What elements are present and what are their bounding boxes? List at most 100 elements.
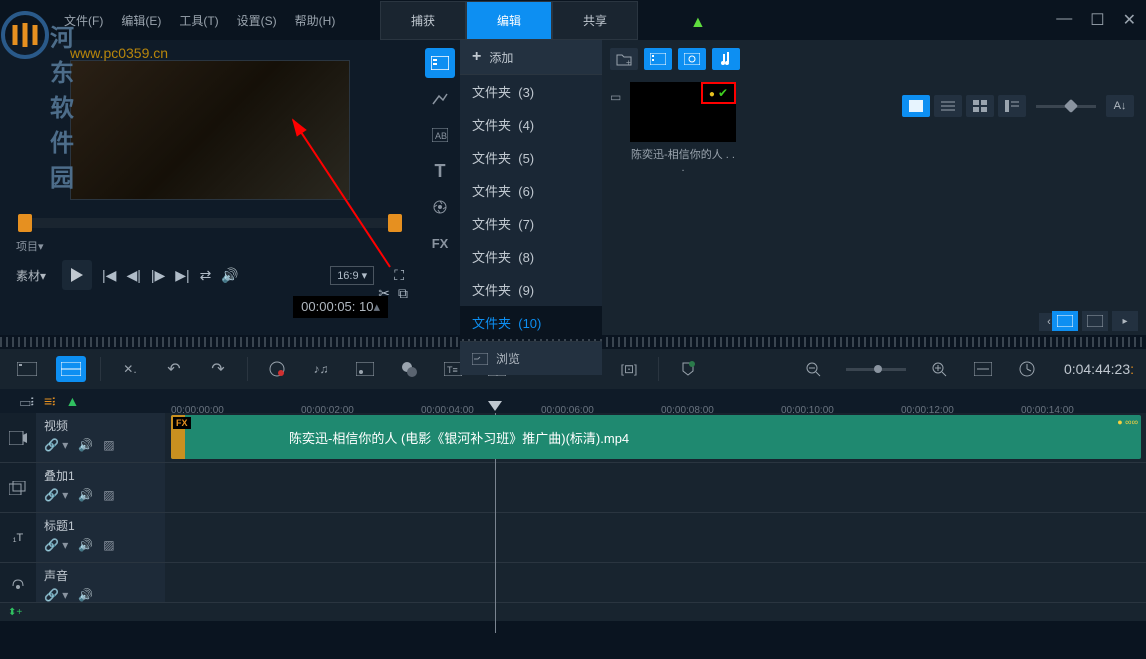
view-list-button[interactable]: [934, 95, 962, 117]
video-track-content[interactable]: FX ● ∞∞ 陈奕迅-相信你的人 (电影《银河补习班》推广曲)(标清).mp4: [165, 413, 1146, 462]
import-folder-button[interactable]: +: [610, 48, 638, 70]
view-thumbnails-button[interactable]: [902, 95, 930, 117]
link-icon[interactable]: 🔗 ▾: [44, 538, 68, 552]
audio-track-content[interactable]: [165, 563, 1146, 602]
preview-timecode[interactable]: 00:00:05: 10▴: [293, 296, 388, 318]
overlay-track-icon[interactable]: [0, 463, 36, 512]
folder-item-10[interactable]: 文件夹 (10): [460, 306, 602, 339]
crop-button[interactable]: [⊡]: [614, 356, 644, 382]
play-button[interactable]: [62, 260, 92, 290]
aspect-ratio-selector[interactable]: 16:9 ▾: [330, 266, 374, 285]
minimize-button[interactable]: ―: [1056, 10, 1072, 30]
track-visibility-icon[interactable]: ▨: [103, 538, 114, 552]
menu-settings[interactable]: 设置(S): [237, 12, 277, 29]
zoom-out-button[interactable]: [798, 356, 828, 382]
preview-viewport[interactable]: [70, 60, 350, 200]
menu-tools[interactable]: 工具(T): [179, 12, 218, 29]
folder-item-4[interactable]: 文件夹 (4): [460, 108, 602, 141]
track-visibility-icon[interactable]: ▨: [103, 488, 114, 502]
title-track-content[interactable]: [165, 513, 1146, 562]
video-clip[interactable]: FX ● ∞∞ 陈奕迅-相信你的人 (电影《银河补习班》推广曲)(标清).mp4: [171, 415, 1141, 459]
tools-button[interactable]: ✕.: [115, 356, 145, 382]
storyboard-view-button[interactable]: [12, 356, 42, 382]
go-end-icon[interactable]: ▶|: [175, 267, 189, 284]
upload-icon[interactable]: ▲: [690, 14, 706, 32]
title-track-icon[interactable]: ₁T: [0, 513, 36, 562]
menu-edit[interactable]: 编辑(E): [121, 12, 161, 29]
folder-item-6[interactable]: 文件夹 (6): [460, 174, 602, 207]
tab-share[interactable]: 共享: [552, 1, 638, 40]
track-volume-icon[interactable]: 🔊: [78, 438, 93, 452]
auto-music-button[interactable]: [350, 356, 380, 382]
lib-tab-media[interactable]: [425, 48, 455, 78]
project-label[interactable]: 项目▾: [16, 238, 44, 254]
options-button[interactable]: [1052, 311, 1078, 331]
browse-button[interactable]: 浏览: [460, 341, 602, 375]
menu-help[interactable]: 帮助(H): [295, 12, 336, 29]
split-clip-icon[interactable]: ⧉: [398, 285, 408, 302]
view-grid-button[interactable]: [966, 95, 994, 117]
trim-start-handle[interactable]: [18, 214, 32, 232]
audio-track-icon[interactable]: [0, 563, 36, 602]
audio-mixer-button[interactable]: ♪♫: [306, 356, 336, 382]
project-timecode[interactable]: 0:04:44:23:: [1064, 361, 1134, 378]
record-button[interactable]: [262, 356, 292, 382]
sort-button[interactable]: A↓: [1106, 95, 1134, 117]
scroll-up-button[interactable]: ▲: [65, 393, 79, 409]
fit-button[interactable]: [968, 356, 998, 382]
add-folder-button[interactable]: + 添加: [460, 40, 602, 75]
folder-item-3[interactable]: 文件夹 (3): [460, 75, 602, 108]
prev-frame-icon[interactable]: ◀|: [126, 267, 140, 284]
trim-bar[interactable]: [20, 218, 400, 228]
view-details-button[interactable]: [998, 95, 1026, 117]
expand-button[interactable]: ▸: [1112, 311, 1138, 331]
link-icon[interactable]: 🔗 ▾: [44, 438, 68, 452]
track-volume-icon[interactable]: 🔊: [78, 488, 93, 502]
add-track-button[interactable]: ⬍+: [8, 607, 22, 618]
trim-end-handle[interactable]: [388, 214, 402, 232]
filter-video-button[interactable]: [644, 48, 672, 70]
track-height-button[interactable]: ≡፧: [44, 393, 55, 410]
scissors-icon[interactable]: ✂: [378, 285, 390, 302]
timeline-view-button[interactable]: [56, 356, 86, 382]
track-volume-icon[interactable]: 🔊: [78, 588, 93, 602]
maximize-button[interactable]: ☐: [1090, 10, 1104, 30]
info-button[interactable]: [1082, 311, 1108, 331]
volume-icon[interactable]: 🔊: [221, 267, 238, 284]
folder-item-5[interactable]: 文件夹 (5): [460, 141, 602, 174]
close-button[interactable]: ✕: [1123, 10, 1136, 30]
thumbnail-size-slider[interactable]: [1036, 105, 1096, 108]
playhead[interactable]: [488, 401, 502, 411]
lib-tab-title[interactable]: AB: [425, 120, 455, 150]
lib-tab-fx[interactable]: FX: [425, 228, 455, 258]
folder-item-7[interactable]: 文件夹 (7): [460, 207, 602, 240]
redo-button[interactable]: ↷: [203, 356, 233, 382]
track-volume-icon[interactable]: 🔊: [78, 538, 93, 552]
fullscreen-icon[interactable]: ⛶: [394, 267, 404, 284]
lib-tab-transition[interactable]: [425, 84, 455, 114]
filter-audio-button[interactable]: [712, 48, 740, 70]
track-visibility-icon[interactable]: ▨: [103, 438, 114, 452]
tab-edit[interactable]: 编辑: [466, 1, 552, 40]
track-list-button[interactable]: ▭፧: [20, 393, 34, 410]
motion-tracking-button[interactable]: [394, 356, 424, 382]
zoom-slider[interactable]: [846, 368, 906, 371]
marker-button[interactable]: [673, 356, 703, 382]
lib-tab-overlay[interactable]: [425, 192, 455, 222]
loop-icon[interactable]: ⇄: [200, 267, 212, 284]
overlay-track-content[interactable]: [165, 463, 1146, 512]
tab-capture[interactable]: 捕获: [380, 1, 466, 40]
folder-item-8[interactable]: 文件夹 (8): [460, 240, 602, 273]
filter-photo-button[interactable]: [678, 48, 706, 70]
menu-file[interactable]: 文件(F): [64, 12, 103, 29]
go-start-icon[interactable]: |◀: [102, 267, 116, 284]
video-track-icon[interactable]: [0, 413, 36, 462]
folder-item-9[interactable]: 文件夹 (9): [460, 273, 602, 306]
zoom-in-button[interactable]: [924, 356, 954, 382]
next-frame-icon[interactable]: |▶: [151, 267, 165, 284]
material-label[interactable]: 素材▾: [16, 267, 46, 284]
project-duration-icon[interactable]: [1012, 356, 1042, 382]
lib-tab-text[interactable]: T: [425, 156, 455, 186]
link-icon[interactable]: 🔗 ▾: [44, 588, 68, 602]
link-icon[interactable]: 🔗 ▾: [44, 488, 68, 502]
